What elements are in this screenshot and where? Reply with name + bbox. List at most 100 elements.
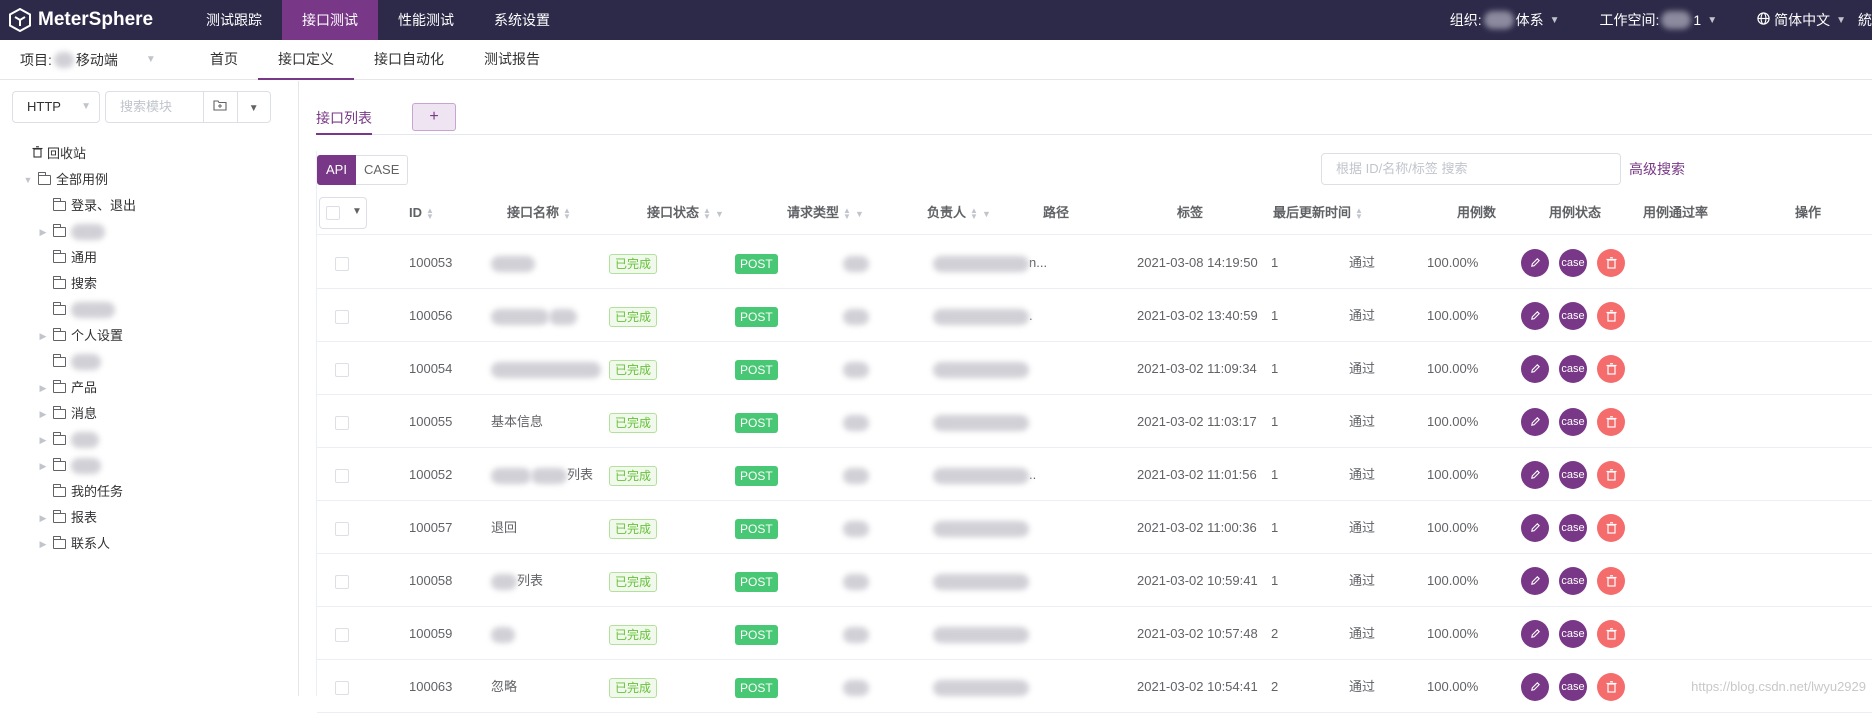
case-button[interactable]: case (1559, 355, 1587, 383)
add-folder-button[interactable] (204, 92, 238, 122)
select-all-dropdown[interactable]: ▼ (319, 197, 367, 229)
add-tab-button[interactable]: + (412, 103, 456, 131)
col-owner[interactable]: 负责人▲▼▼ (927, 191, 991, 235)
case-button[interactable]: case (1559, 567, 1587, 595)
top-menu-item[interactable]: 性能测试 (378, 0, 474, 40)
workspace-selector[interactable]: 工作空间: 1 ▼ (1600, 10, 1718, 30)
tree-node[interactable]: ▶ (0, 427, 299, 453)
delete-button[interactable] (1597, 408, 1625, 436)
api-name[interactable]: 退回 (491, 520, 517, 535)
case-button[interactable]: case (1559, 249, 1587, 277)
row-checkbox[interactable] (335, 522, 349, 536)
table-row[interactable]: 100052列表已完成POST..2021-03-02 11:01:561通过1… (317, 448, 1872, 501)
sort-icon[interactable]: ▲▼ (1355, 208, 1363, 220)
project-menu-item[interactable]: 接口定义 (258, 40, 354, 80)
row-checkbox[interactable] (335, 257, 349, 271)
table-row[interactable]: 100059已完成POST2021-03-02 10:57:482通过100.0… (317, 607, 1872, 660)
table-row[interactable]: 100055基本信息已完成POST2021-03-02 11:03:171通过1… (317, 395, 1872, 448)
filter-chevron-icon[interactable]: ▼ (855, 209, 864, 219)
edit-button[interactable] (1521, 567, 1549, 595)
delete-button[interactable] (1597, 673, 1625, 701)
row-select[interactable] (335, 554, 349, 607)
edit-button[interactable] (1521, 249, 1549, 277)
delete-button[interactable] (1597, 514, 1625, 542)
col-method[interactable]: 请求类型▲▼▼ (787, 191, 864, 235)
table-row[interactable]: 100057退回已完成POST2021-03-02 11:00:361通过100… (317, 501, 1872, 554)
tree-node[interactable]: 我的任务 (0, 479, 299, 505)
row-select[interactable] (335, 342, 349, 395)
protocol-select[interactable]: HTTP ▼ (12, 91, 100, 123)
tree-node[interactable] (0, 297, 299, 323)
row-select[interactable] (335, 660, 349, 713)
table-row[interactable]: 100058列表已完成POST2021-03-02 10:59:411通过100… (317, 554, 1872, 607)
filter-chevron-icon[interactable]: ▼ (982, 209, 991, 219)
caret-right-icon[interactable]: ▶ (37, 453, 49, 479)
col-id[interactable]: ID▲▼ (409, 191, 434, 235)
case-button[interactable]: case (1559, 408, 1587, 436)
row-select[interactable] (335, 501, 349, 554)
advanced-search-link[interactable]: 高级搜索 (1629, 153, 1685, 185)
api-name[interactable]: 忽略 (491, 679, 517, 694)
tree-node[interactable]: ▶ (0, 219, 299, 245)
case-button[interactable]: case (1559, 673, 1587, 701)
project-menu-item[interactable]: 测试报告 (464, 40, 560, 80)
table-row[interactable]: 100063忽略已完成POST2021-03-02 10:54:412通过100… (317, 660, 1872, 713)
top-menu-item[interactable]: 接口测试 (282, 0, 378, 40)
delete-button[interactable] (1597, 355, 1625, 383)
case-button[interactable]: case (1559, 461, 1587, 489)
row-select[interactable] (335, 395, 349, 448)
case-button[interactable]: case (1559, 514, 1587, 542)
top-menu-item[interactable]: 测试跟踪 (186, 0, 282, 40)
project-menu-item[interactable]: 接口自动化 (354, 40, 464, 80)
delete-button[interactable] (1597, 567, 1625, 595)
mode-case-button[interactable]: CASE (356, 155, 408, 185)
edit-button[interactable] (1521, 302, 1549, 330)
col-status[interactable]: 接口状态▲▼▼ (647, 191, 724, 235)
case-button[interactable]: case (1559, 620, 1587, 648)
edit-button[interactable] (1521, 514, 1549, 542)
delete-button[interactable] (1597, 249, 1625, 277)
row-checkbox[interactable] (335, 416, 349, 430)
tree-node[interactable]: ▶ (0, 453, 299, 479)
edit-button[interactable] (1521, 673, 1549, 701)
row-select[interactable] (335, 236, 349, 289)
edit-button[interactable] (1521, 408, 1549, 436)
edit-button[interactable] (1521, 620, 1549, 648)
caret-right-icon[interactable]: ▶ (37, 401, 49, 427)
caret-right-icon[interactable]: ▶ (37, 505, 49, 531)
sort-icon[interactable]: ▲▼ (563, 208, 571, 220)
more-button[interactable]: ▼ (238, 92, 271, 122)
col-name[interactable]: 接口名称▲▼ (507, 191, 571, 235)
project-menu-item[interactable]: 首页 (190, 40, 258, 80)
sort-icon[interactable]: ▲▼ (970, 208, 978, 220)
caret-right-icon[interactable]: ▶ (37, 323, 49, 349)
language-selector[interactable]: 简体中文 ▼ 統 (1757, 10, 1872, 30)
row-checkbox[interactable] (335, 575, 349, 589)
caret-right-icon[interactable]: ▶ (37, 427, 49, 453)
sort-icon[interactable]: ▲▼ (703, 208, 711, 220)
caret-right-icon[interactable]: ▶ (37, 531, 49, 557)
tree-node[interactable]: 回收站 (0, 141, 299, 167)
filter-chevron-icon[interactable]: ▼ (715, 209, 724, 219)
edit-button[interactable] (1521, 355, 1549, 383)
module-search-input[interactable]: 搜索模块 (106, 92, 204, 122)
tree-node[interactable]: 登录、退出 (0, 193, 299, 219)
tree-node[interactable]: 通用 (0, 245, 299, 271)
api-name[interactable]: 基本信息 (491, 414, 543, 429)
tree-node[interactable]: ▶联系人 (0, 531, 299, 557)
row-checkbox[interactable] (335, 363, 349, 377)
row-select[interactable] (335, 448, 349, 501)
select-all-checkbox[interactable] (326, 206, 340, 220)
table-row[interactable]: 100054已完成POST2021-03-02 11:09:341通过100.0… (317, 342, 1872, 395)
row-select[interactable] (335, 607, 349, 660)
tree-node[interactable]: ▶报表 (0, 505, 299, 531)
row-checkbox[interactable] (335, 310, 349, 324)
sort-icon[interactable]: ▲▼ (843, 208, 851, 220)
caret-down-icon[interactable]: ▼ (22, 167, 34, 193)
table-row[interactable]: 100056已完成POST.2021-03-02 13:40:591通过100.… (317, 289, 1872, 342)
tree-node[interactable]: ▶消息 (0, 401, 299, 427)
delete-button[interactable] (1597, 302, 1625, 330)
col-updated[interactable]: 最后更新时间▲▼ (1273, 191, 1363, 235)
org-selector[interactable]: 组织: 体系 ▼ (1450, 10, 1560, 30)
tree-node[interactable]: 搜索 (0, 271, 299, 297)
